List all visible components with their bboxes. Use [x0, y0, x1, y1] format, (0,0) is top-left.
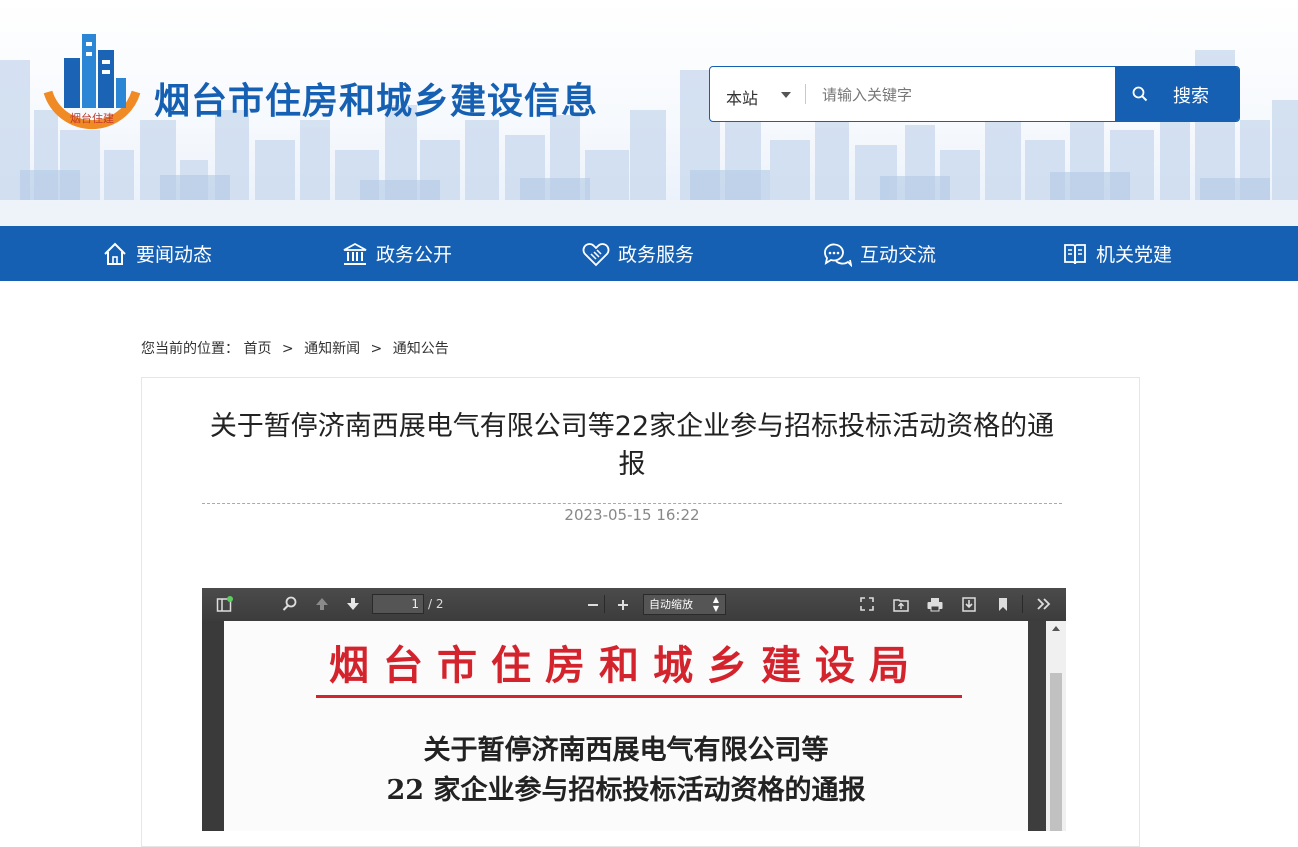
document-red-rule [316, 695, 962, 698]
toolbar-separator [1022, 595, 1023, 613]
select-arrows-icon: ▲ ▼ [712, 595, 719, 613]
handshake-icon [582, 242, 610, 266]
book-icon [1064, 243, 1086, 264]
chat-bubbles-icon [824, 243, 852, 267]
sidebar-toggle-icon[interactable] [216, 596, 234, 614]
divider [805, 84, 806, 104]
nav-item-party-building[interactable]: 机关党建 [1062, 226, 1172, 281]
scrollbar-thumb[interactable] [1050, 673, 1062, 831]
double-chevron-right-icon[interactable] [1035, 596, 1053, 612]
government-building-icon [343, 242, 367, 265]
search-icon[interactable] [282, 596, 298, 612]
page-number-input[interactable]: 1 [372, 594, 424, 614]
fullscreen-icon[interactable] [859, 596, 875, 612]
toolbar-separator [604, 595, 605, 613]
breadcrumb-separator: > [281, 341, 294, 357]
nav-label: 机关党建 [1096, 244, 1173, 266]
home-icon [104, 242, 126, 265]
arrow-down-icon[interactable] [345, 596, 361, 612]
zoom-select[interactable]: 自动缩放 ▲ ▼ [643, 594, 726, 615]
search-button-label: 搜索 [1173, 86, 1209, 106]
pdf-page: 烟台市住房和城乡建设局 关于暂停济南西展电气有限公司等 22 家企业参与招标投标… [224, 621, 1028, 831]
print-icon[interactable] [926, 596, 944, 612]
nav-label: 互动交流 [860, 244, 937, 266]
main-nav: 要闻动态 政务公开 政务服务 互动交流 机关党建 [0, 226, 1298, 281]
article-date: 2023-05-15 16:22 [564, 506, 700, 524]
article-title: 关于暂停济南西展电气有限公司等22家企业参与招标投标活动资格的通报 [209, 411, 1055, 480]
nav-item-government-affairs[interactable]: 政务公开 [342, 226, 452, 281]
search-input[interactable] [820, 79, 1114, 111]
breadcrumb: 您当前的位置： 首页 > 通知新闻 > 通知公告 [141, 338, 449, 358]
site-header: 烟台住建 烟台市住房和城乡建设信息 本站 搜索 [0, 0, 1298, 226]
chevron-down-icon [781, 92, 791, 98]
document-title: 关于暂停济南西展电气有限公司等 22 家企业参与招标投标活动资格的通报 [224, 731, 1028, 811]
site-title: 烟台市住房和城乡建设信息 [154, 81, 599, 122]
pdf-viewer: 1 / 2 自动缩放 ▲ ▼ 烟台市住房和城乡建设局 关于暂停济南西展电气有限公… [202, 588, 1066, 831]
nav-label: 要闻动态 [136, 244, 213, 266]
divider [202, 503, 1062, 504]
nav-item-news[interactable]: 要闻动态 [102, 226, 212, 281]
document-title-line-2: 22 家企业参与招标投标活动资格的通报 [386, 775, 866, 806]
breadcrumb-link-news[interactable]: 通知新闻 [304, 341, 360, 357]
page-total: / 2 [428, 597, 444, 611]
zoom-in-icon[interactable] [616, 596, 630, 612]
pdf-toolbar: 1 / 2 自动缩放 ▲ ▼ [202, 588, 1066, 622]
search-scope-select[interactable]: 本站 [710, 67, 806, 121]
search-button[interactable]: 搜索 [1115, 67, 1239, 121]
nav-item-government-services[interactable]: 政务服务 [582, 226, 694, 281]
download-icon[interactable] [961, 596, 977, 612]
document-title-line-1: 关于暂停济南西展电气有限公司等 [423, 735, 829, 766]
logo-text: 烟台住建 [70, 111, 114, 125]
bookmark-icon[interactable] [996, 596, 1010, 612]
search-bar: 本站 搜索 [709, 66, 1240, 122]
pdf-scrollbar[interactable] [1046, 621, 1066, 831]
document-organization: 烟台市住房和城乡建设局 [329, 642, 923, 689]
zoom-out-icon[interactable] [586, 596, 600, 612]
pdf-page-margin [1028, 621, 1046, 831]
pdf-page-margin [202, 621, 224, 831]
scroll-up-arrow-icon[interactable] [1052, 626, 1060, 631]
breadcrumb-separator: > [370, 341, 383, 357]
breadcrumb-link-home[interactable]: 首页 [243, 341, 271, 357]
arrow-up-icon[interactable] [314, 596, 330, 612]
open-file-icon[interactable] [892, 596, 910, 612]
site-logo[interactable]: 烟台住建 [40, 30, 144, 140]
nav-label: 政务公开 [376, 244, 453, 266]
search-icon [1132, 86, 1148, 102]
search-scope-label: 本站 [726, 89, 759, 108]
nav-label: 政务服务 [618, 244, 695, 266]
breadcrumb-link-notices[interactable]: 通知公告 [393, 341, 449, 357]
nav-item-interaction[interactable]: 互动交流 [822, 226, 936, 281]
breadcrumb-prefix: 您当前的位置： [141, 341, 239, 357]
zoom-select-label: 自动缩放 [649, 598, 693, 611]
